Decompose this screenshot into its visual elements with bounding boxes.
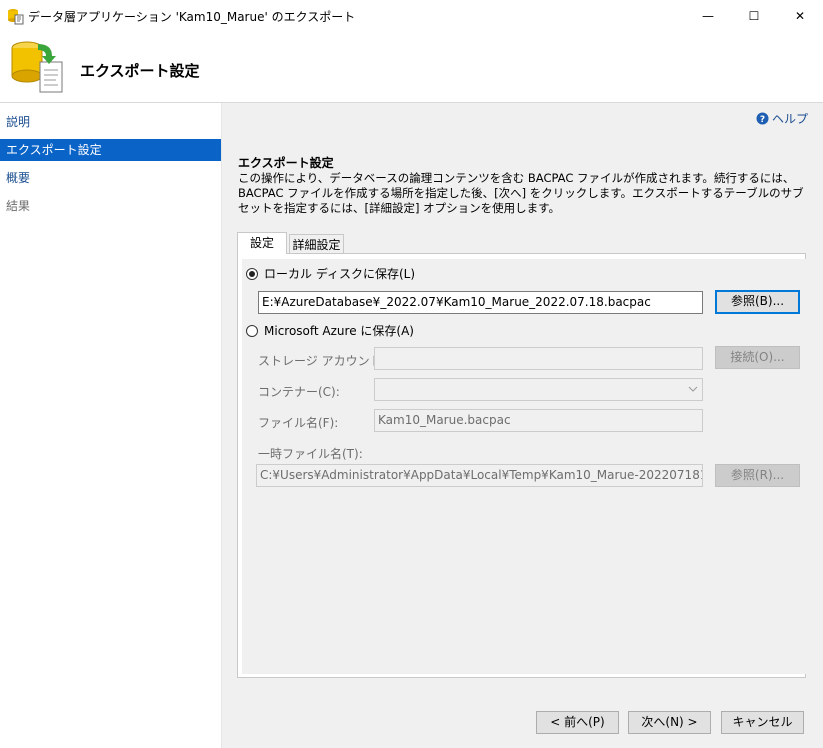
tab-settings[interactable]: 設定 — [237, 232, 287, 254]
close-button[interactable]: ✕ — [777, 0, 823, 32]
database-export-icon — [11, 41, 63, 93]
cancel-button[interactable]: キャンセル — [721, 711, 804, 734]
temp-filename-field: C:¥Users¥Administrator¥AppData¥Local¥Tem… — [256, 464, 703, 487]
maximize-icon: ☐ — [748, 9, 760, 23]
local-disk-label: ローカル ディスクに保存(L) — [264, 267, 416, 281]
help-link[interactable]: ? ヘルプ — [756, 110, 808, 127]
sidebar-item-export-settings[interactable]: エクスポート設定 — [0, 139, 221, 161]
connect-button: 接続(O)... — [715, 346, 800, 369]
azure-label: Microsoft Azure に保存(A) — [264, 324, 414, 338]
storage-account-field — [374, 347, 703, 370]
sidebar-item-results: 結果 — [6, 199, 31, 213]
container-label: コンテナー(C): — [258, 385, 340, 399]
azure-radio[interactable]: Microsoft Azure に保存(A) — [246, 322, 414, 339]
wizard-header: エクスポート設定 — [0, 32, 823, 103]
section-description: この操作により、データベースの論理コンテンツを含む BACPAC ファイルが作成… — [238, 171, 804, 215]
next-button[interactable]: 次へ(N) > — [628, 711, 711, 734]
sidebar-item-description[interactable]: 説明 — [0, 111, 221, 133]
help-label: ヘルプ — [772, 112, 809, 126]
chevron-down-icon — [688, 386, 698, 392]
minimize-button[interactable]: — — [685, 0, 731, 32]
close-icon: ✕ — [794, 9, 806, 23]
sidebar: 説明 エクスポート設定 概要 結果 — [0, 103, 222, 748]
filename-field: Kam10_Marue.bacpac — [374, 409, 703, 432]
section-title: エクスポート設定 — [238, 156, 334, 170]
radio-unselected-icon — [246, 324, 258, 337]
temp-browse-button: 参照(R)... — [715, 464, 800, 487]
app-icon — [8, 9, 24, 25]
container-select — [374, 378, 703, 401]
radio-selected-icon — [246, 267, 258, 280]
tab-advanced[interactable]: 詳細設定 — [289, 234, 344, 254]
sidebar-item-summary[interactable]: 概要 — [0, 167, 221, 189]
prev-button[interactable]: < 前へ(P) — [536, 711, 619, 734]
minimize-icon: — — [702, 9, 714, 23]
temp-filename-label: 一時ファイル名(T): — [258, 447, 363, 461]
maximize-button[interactable]: ☐ — [731, 0, 777, 32]
help-icon: ? — [756, 112, 769, 125]
local-path-field[interactable]: E:¥AzureDatabase¥_2022.07¥Kam10_Marue_20… — [258, 291, 703, 314]
local-disk-radio[interactable]: ローカル ディスクに保存(L) — [246, 265, 415, 282]
browse-button[interactable]: 参照(B)... — [715, 290, 800, 314]
page-title: エクスポート設定 — [80, 62, 200, 80]
svg-text:?: ? — [760, 115, 765, 125]
window-title: データ層アプリケーション 'Kam10_Marue' のエクスポート — [28, 10, 356, 24]
title-bar: データ層アプリケーション 'Kam10_Marue' のエクスポート — ☐ ✕ — [0, 0, 823, 32]
filename-label: ファイル名(F): — [258, 416, 339, 430]
